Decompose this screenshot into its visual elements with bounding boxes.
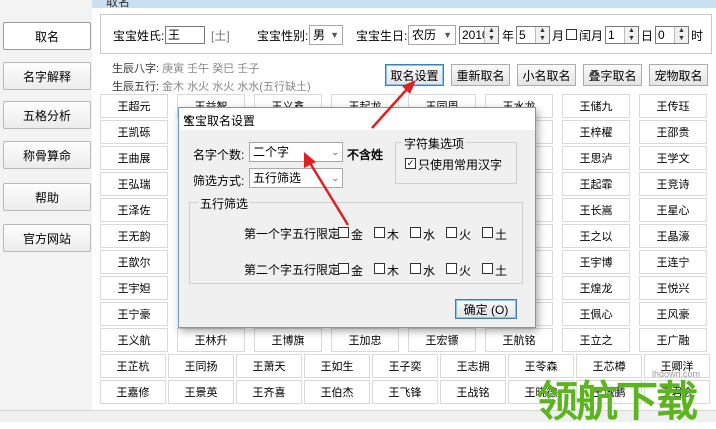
watermark-url: lhdown.com (652, 369, 701, 379)
annotation-arrows (304, 80, 416, 226)
arrow-to-name-count (304, 152, 350, 226)
arrow-to-settings-button (371, 80, 416, 129)
